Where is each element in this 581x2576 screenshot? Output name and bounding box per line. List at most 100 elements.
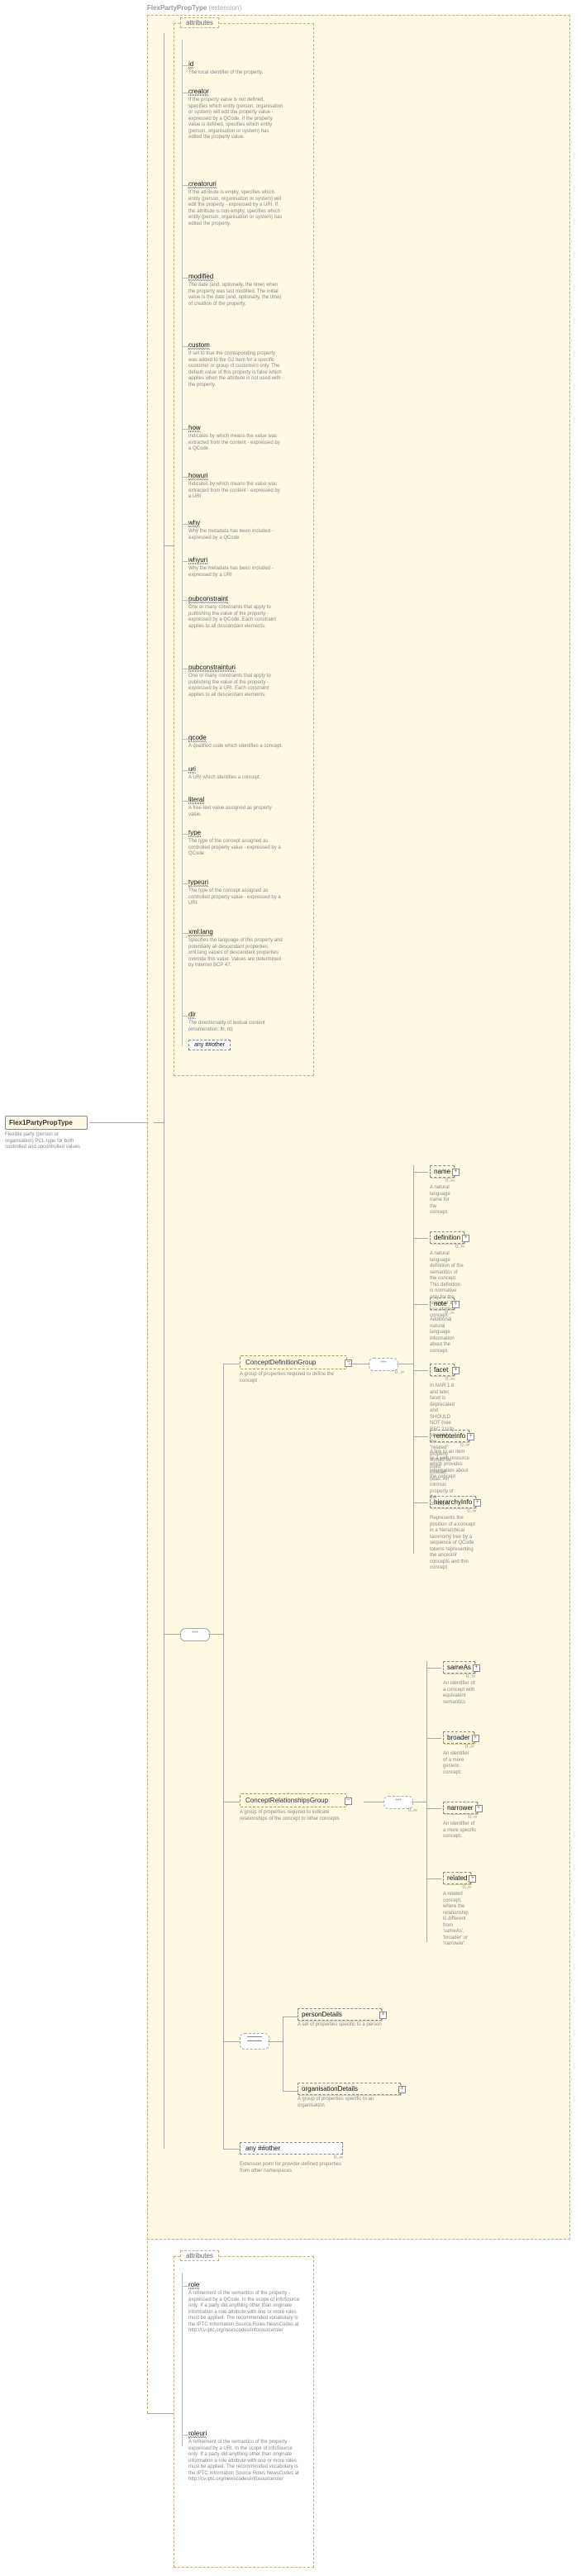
element-desc: An identifier of a concept with equivale… — [443, 1681, 475, 1706]
tree-line — [182, 477, 190, 478]
attribute-name: custom — [188, 341, 210, 350]
attribute-row: literal A free-text value assigned as pro… — [188, 796, 300, 818]
expand-icon: + — [467, 1433, 474, 1440]
attribute-row: pubconstraintOne or many constraints tha… — [188, 595, 300, 630]
attribute-row: dir The directionality of textual content… — [188, 1011, 300, 1033]
cardinality-label: 0..∞ — [443, 1745, 474, 1750]
expand-icon: − — [345, 1359, 352, 1367]
cardinality-label: 0..∞ — [395, 1370, 404, 1375]
attribute-desc: Specifies the language of this property … — [188, 938, 283, 969]
connector-line — [89, 1122, 147, 1123]
element-wrapper: name+0..∞ A natural language name for the… — [430, 1165, 455, 1217]
element-wrapper: sameAs+0..∞An identifier of a concept wi… — [443, 1661, 475, 1706]
element-hierarchyinfo: hierarchyInfo+ — [430, 1496, 476, 1508]
tree-line — [182, 185, 190, 186]
connector-line — [413, 1436, 428, 1437]
attribute-desc: If set to true the corresponding propert… — [188, 351, 283, 388]
group-desc: A group of properties required to define… — [240, 1372, 347, 1384]
attribute-name: uri — [188, 765, 196, 774]
tree-line — [182, 801, 190, 802]
attribute-name: typeuri — [188, 879, 208, 887]
expand-icon: + — [398, 2086, 406, 2093]
attribute-desc: The date (and, optionally, the time) whe… — [188, 283, 283, 307]
attribute-row: typeuriThe type of the concept assigned … — [188, 879, 300, 907]
sequence-connector: ••• — [383, 1796, 413, 1809]
element-desc: A related concept, where the relationshi… — [443, 1892, 471, 1948]
element-remoteinfo: remoteInfo+ — [430, 1430, 469, 1442]
expand-icon: + — [452, 1367, 460, 1374]
element-person-details: personDetails + — [298, 2008, 382, 2021]
element-wrapper: remoteInfo+0..∞A link to an item or a we… — [430, 1430, 469, 1481]
tree-line — [182, 561, 190, 562]
connector-line — [154, 1122, 164, 1123]
connector-line — [413, 1238, 428, 1239]
connector-line — [426, 1878, 441, 1879]
attribute-desc: A free-text value assigned as property v… — [188, 806, 283, 818]
any-element: any ##other — [240, 2142, 343, 2155]
attribute-name: role — [188, 2281, 199, 2289]
root-type-box: Flex1PartyPropType — [5, 1116, 88, 1130]
connector-line — [413, 1172, 428, 1173]
connector-line — [413, 1370, 428, 1371]
element-note: note+ — [430, 1298, 455, 1310]
attribute-name: type — [188, 829, 201, 837]
attribute-row: roleA refinement of the semantics of the… — [188, 2281, 300, 2335]
attribute-name: dir — [188, 1011, 196, 1019]
expand-icon: + — [379, 2012, 387, 2019]
tree-line — [182, 834, 190, 835]
attribute-name: creatoruri — [188, 180, 217, 188]
attribute-row: whyWhy the metadata has been included - … — [188, 519, 300, 541]
attribute-row: creatoruriIf the attribute is empty, spe… — [188, 180, 300, 227]
element-desc: Additional natural language information … — [430, 1317, 455, 1355]
attribute-name: modified — [188, 273, 213, 281]
tree-line — [182, 1016, 190, 1017]
tree-line — [182, 2286, 190, 2287]
element-related: related+ — [443, 1872, 471, 1884]
cardinality-label: 0..∞ — [443, 1815, 478, 1820]
element-desc: A natural language name for the concept. — [430, 1185, 455, 1217]
tree-line — [182, 933, 190, 934]
element-broader: broader+ — [443, 1731, 474, 1744]
element-desc: A set of properties specific to a person — [298, 2022, 382, 2029]
cardinality-label: 0..∞ — [430, 1443, 469, 1448]
root-type-desc: Flexible party (person or organisation) … — [5, 1132, 88, 1151]
attribute-row: modified The date (and, optionally, the t… — [188, 273, 300, 307]
element-wrapper: hierarchyInfo+0..∞Represents the positio… — [430, 1496, 476, 1572]
connector-line — [283, 2091, 298, 2092]
attribute-desc: Why the metadata has been included - exp… — [188, 566, 283, 579]
tree-line — [182, 2273, 183, 2446]
tree-line — [182, 600, 190, 601]
attribute-name: why — [188, 519, 200, 527]
attribute-desc: A refinement of the semantics of the pro… — [188, 2440, 300, 2483]
element-desc: Extension point for provider-defined pro… — [240, 2162, 343, 2174]
element-name: name+ — [430, 1165, 455, 1178]
attribute-row: xml:lang Specifies the language of this p… — [188, 928, 300, 969]
connector-line — [223, 1364, 224, 2149]
attribute-name: pubconstrainturi — [188, 664, 236, 672]
element-wrapper: note+0..∞Additional natural language inf… — [430, 1298, 455, 1355]
attribute-name: id — [188, 60, 193, 69]
attribute-desc: One or many constraints that apply to pu… — [188, 674, 283, 698]
expand-icon: + — [473, 1664, 480, 1672]
attribute-row: howuriIndicates by which means the value… — [188, 472, 300, 501]
attribute-desc: The directionality of textual content (e… — [188, 1021, 283, 1033]
attribute-desc: One or many constraints that apply to pu… — [188, 605, 283, 630]
tree-line — [182, 429, 190, 430]
expand-icon: + — [474, 1499, 481, 1507]
expand-icon: + — [472, 1735, 479, 1742]
expand-icon: + — [452, 1301, 460, 1308]
attribute-row: qcodeA qualified code which identifies a… — [188, 734, 300, 750]
attribute-desc: The local identifier of the property. — [188, 70, 283, 77]
attribute-name: literal — [188, 796, 204, 804]
page-title: FlexPartyPropType (extension) — [147, 4, 241, 12]
connector-line — [164, 1634, 180, 1635]
attribute-row: pubconstrainturi One or many constraints … — [188, 664, 300, 698]
attribute-name: xml:lang — [188, 928, 213, 936]
element-wrapper: related+0..∞A related concept, where the… — [443, 1872, 471, 1948]
connector-line — [223, 2149, 240, 2150]
attribute-row: typeThe type of the concept assigned as … — [188, 829, 300, 858]
cardinality-label: 0..∞ — [430, 1178, 455, 1183]
connector-line — [208, 1634, 223, 1635]
attribute-row: roleuriA refinement of the semantics of … — [188, 2430, 300, 2483]
element-wrapper: broader+0..∞An identifier of a more gene… — [443, 1731, 474, 1776]
